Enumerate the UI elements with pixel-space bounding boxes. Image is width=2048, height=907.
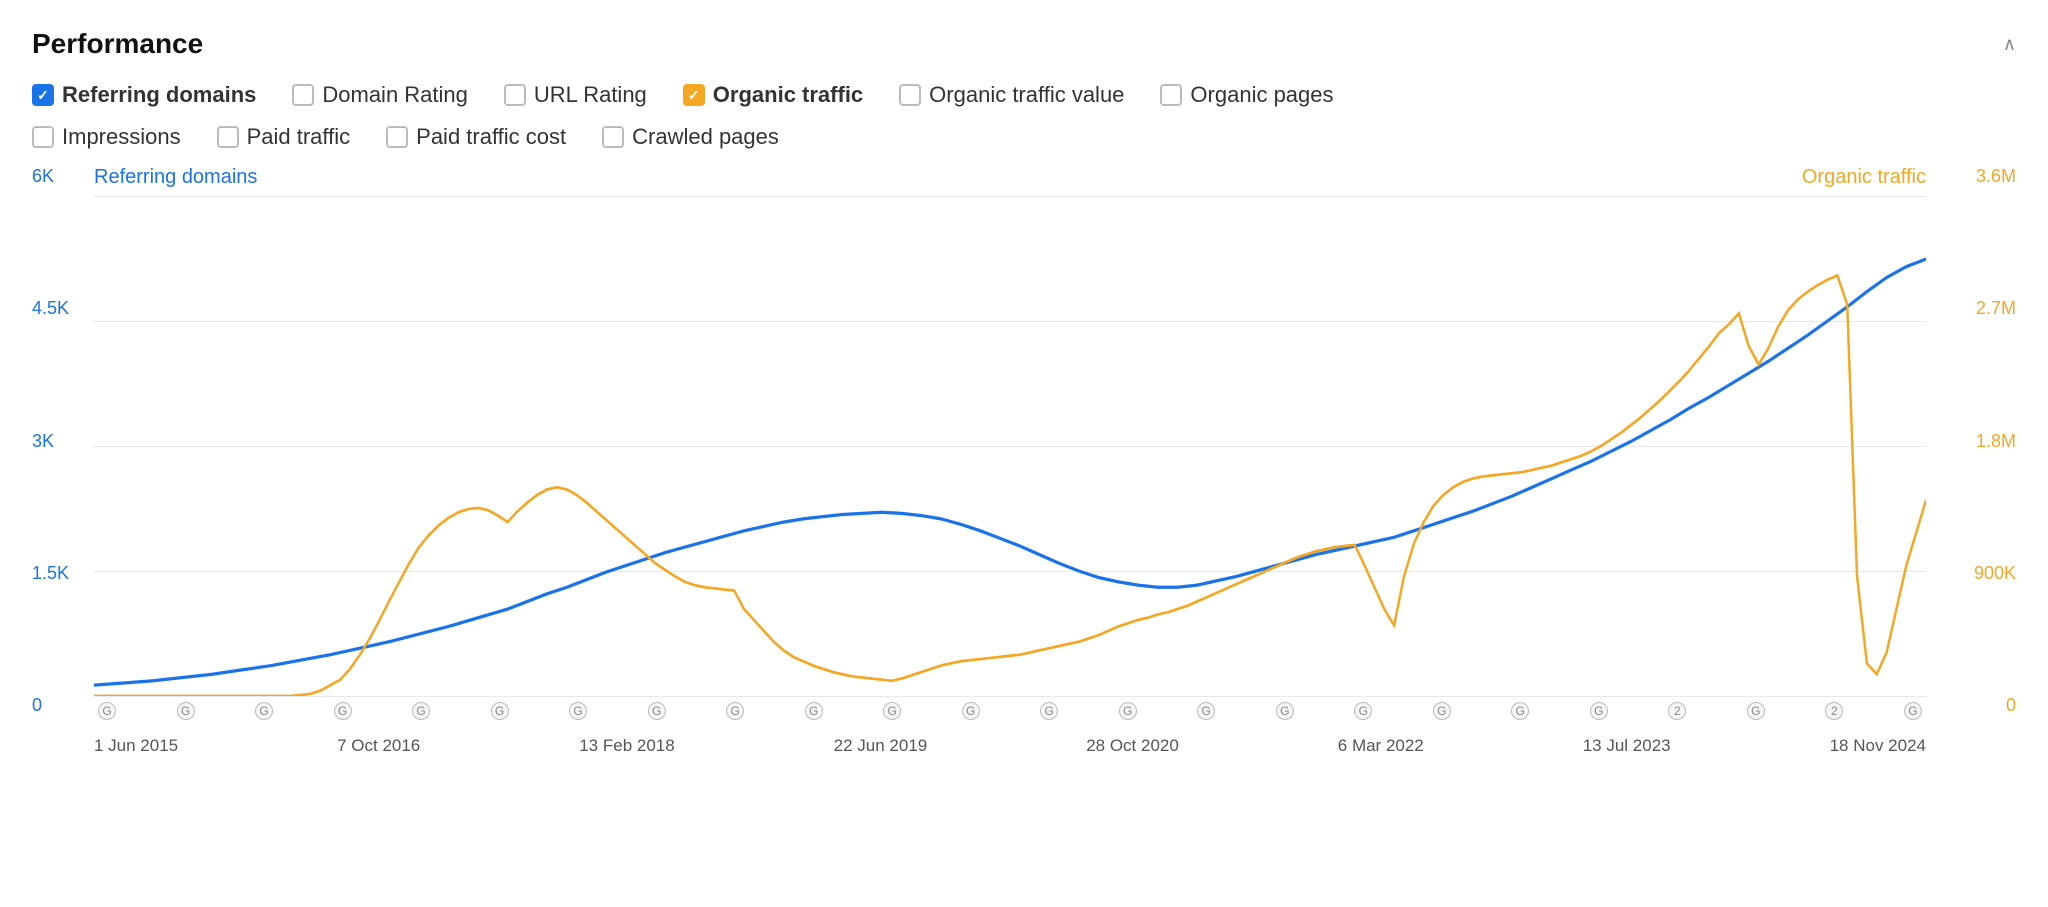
checkbox-input-organic-pages[interactable] bbox=[1160, 84, 1182, 106]
chart-left-axis-label: Referring domains bbox=[94, 166, 257, 189]
g-icon: G bbox=[1354, 702, 1372, 720]
checkbox-url-rating[interactable]: URL Rating bbox=[504, 82, 647, 108]
checkbox-input-crawled-pages[interactable] bbox=[602, 126, 624, 148]
y-label-right-27m: 2.7M bbox=[1936, 298, 2016, 319]
checkbox-label-referring-domains: Referring domains bbox=[62, 82, 256, 108]
g-icon: G bbox=[648, 702, 666, 720]
x-label-1: 7 Oct 2016 bbox=[337, 736, 420, 756]
g-icon: G bbox=[177, 702, 195, 720]
checkbox-domain-rating[interactable]: Domain Rating bbox=[292, 82, 468, 108]
checkbox-input-paid-traffic-cost[interactable] bbox=[386, 126, 408, 148]
checkbox-label-impressions: Impressions bbox=[62, 124, 181, 150]
g-icon: G bbox=[334, 702, 352, 720]
checkbox-label-paid-traffic-cost: Paid traffic cost bbox=[416, 124, 566, 150]
g-icon: G bbox=[491, 702, 509, 720]
y-label-left-15k: 1.5K bbox=[32, 563, 92, 584]
y-label-right-18m: 1.8M bbox=[1936, 431, 2016, 452]
x-label-5: 6 Mar 2022 bbox=[1338, 736, 1424, 756]
g-icon: G bbox=[1276, 702, 1294, 720]
checkbox-label-paid-traffic: Paid traffic bbox=[247, 124, 351, 150]
panel-title: Performance bbox=[32, 28, 203, 60]
g-icon: G bbox=[412, 702, 430, 720]
checkbox-input-url-rating[interactable] bbox=[504, 84, 526, 106]
checkbox-crawled-pages[interactable]: Crawled pages bbox=[602, 124, 779, 150]
g-icon: G bbox=[1433, 702, 1451, 720]
checkbox-label-organic-traffic-value: Organic traffic value bbox=[929, 82, 1124, 108]
y-label-left-3k: 3K bbox=[32, 431, 92, 452]
chart-area: 6K 4.5K 3K 1.5K 0 Referring domains Orga… bbox=[32, 166, 2016, 756]
collapse-icon[interactable]: ∧ bbox=[2003, 34, 2016, 55]
checkbox-referring-domains[interactable]: Referring domains bbox=[32, 82, 256, 108]
g-icon: G bbox=[726, 702, 744, 720]
checkbox-organic-traffic-value[interactable]: Organic traffic value bbox=[899, 82, 1124, 108]
g-icon: G bbox=[805, 702, 823, 720]
checkbox-organic-pages[interactable]: Organic pages bbox=[1160, 82, 1333, 108]
g-icon: G bbox=[1904, 702, 1922, 720]
checkbox-paid-traffic[interactable]: Paid traffic bbox=[217, 124, 351, 150]
grid-line-bottom bbox=[94, 696, 1926, 697]
checkbox-input-domain-rating[interactable] bbox=[292, 84, 314, 106]
x-label-7: 18 Nov 2024 bbox=[1830, 736, 1926, 756]
checkbox-input-organic-traffic-value[interactable] bbox=[899, 84, 921, 106]
checkbox-label-organic-pages: Organic pages bbox=[1190, 82, 1333, 108]
y-axis-right: 3.6M 2.7M 1.8M 900K 0 bbox=[1936, 166, 2016, 756]
g-icon: G bbox=[255, 702, 273, 720]
chart-right-axis-label: Organic traffic bbox=[1802, 166, 1926, 189]
checkbox-input-paid-traffic[interactable] bbox=[217, 126, 239, 148]
x-label-0: 1 Jun 2015 bbox=[94, 736, 178, 756]
checkbox-input-organic-traffic[interactable] bbox=[683, 84, 705, 106]
g-icon: G bbox=[1747, 702, 1765, 720]
x-axis-labels: 1 Jun 2015 7 Oct 2016 13 Feb 2018 22 Jun… bbox=[94, 736, 1926, 756]
y-label-right-0: 0 bbox=[1936, 695, 2016, 716]
g-icon: G bbox=[1590, 702, 1608, 720]
y-label-right-900k: 900K bbox=[1936, 563, 2016, 584]
g-icon: G bbox=[1040, 702, 1058, 720]
checkbox-label-url-rating: URL Rating bbox=[534, 82, 647, 108]
axis-labels-top: Referring domains Organic traffic bbox=[94, 166, 1926, 189]
chart-inner: Referring domains Organic traffic bbox=[94, 166, 1926, 756]
orange-line bbox=[94, 275, 1926, 696]
checkbox-impressions[interactable]: Impressions bbox=[32, 124, 181, 150]
g-icon: G bbox=[569, 702, 587, 720]
checkbox-label-domain-rating: Domain Rating bbox=[322, 82, 468, 108]
g-icon: G bbox=[98, 702, 116, 720]
x-label-3: 22 Jun 2019 bbox=[834, 736, 928, 756]
x-label-2: 13 Feb 2018 bbox=[579, 736, 674, 756]
checkboxes-row-1: Referring domains Domain Rating URL Rati… bbox=[32, 82, 2016, 118]
g-icon: 2 bbox=[1668, 702, 1686, 720]
checkbox-paid-traffic-cost[interactable]: Paid traffic cost bbox=[386, 124, 566, 150]
blue-line bbox=[94, 259, 1926, 685]
y-label-left-45k: 4.5K bbox=[32, 298, 92, 319]
g-icon: 2 bbox=[1825, 702, 1843, 720]
google-icons-row: G G G G G G G G G G G G G G G G G G G G bbox=[94, 702, 1926, 720]
checkboxes-row-2: Impressions Paid traffic Paid traffic co… bbox=[32, 124, 2016, 160]
checkbox-input-impressions[interactable] bbox=[32, 126, 54, 148]
checkbox-organic-traffic[interactable]: Organic traffic bbox=[683, 82, 863, 108]
g-icon: G bbox=[1511, 702, 1529, 720]
y-axis-left: 6K 4.5K 3K 1.5K 0 bbox=[32, 166, 92, 756]
performance-panel: Performance ∧ Referring domains Domain R… bbox=[0, 0, 2048, 776]
g-icon: G bbox=[962, 702, 980, 720]
y-label-left-6k: 6K bbox=[32, 166, 92, 187]
header-row: Performance ∧ bbox=[32, 28, 2016, 60]
y-label-left-0: 0 bbox=[32, 695, 92, 716]
checkbox-label-organic-traffic: Organic traffic bbox=[713, 82, 863, 108]
y-label-right-36m: 3.6M bbox=[1936, 166, 2016, 187]
x-label-4: 28 Oct 2020 bbox=[1086, 736, 1179, 756]
x-label-6: 13 Jul 2023 bbox=[1583, 736, 1671, 756]
checkbox-label-crawled-pages: Crawled pages bbox=[632, 124, 779, 150]
g-icon: G bbox=[1119, 702, 1137, 720]
chart-svg bbox=[94, 196, 1926, 696]
g-icon: G bbox=[1197, 702, 1215, 720]
checkbox-input-referring-domains[interactable] bbox=[32, 84, 54, 106]
g-icon: G bbox=[883, 702, 901, 720]
